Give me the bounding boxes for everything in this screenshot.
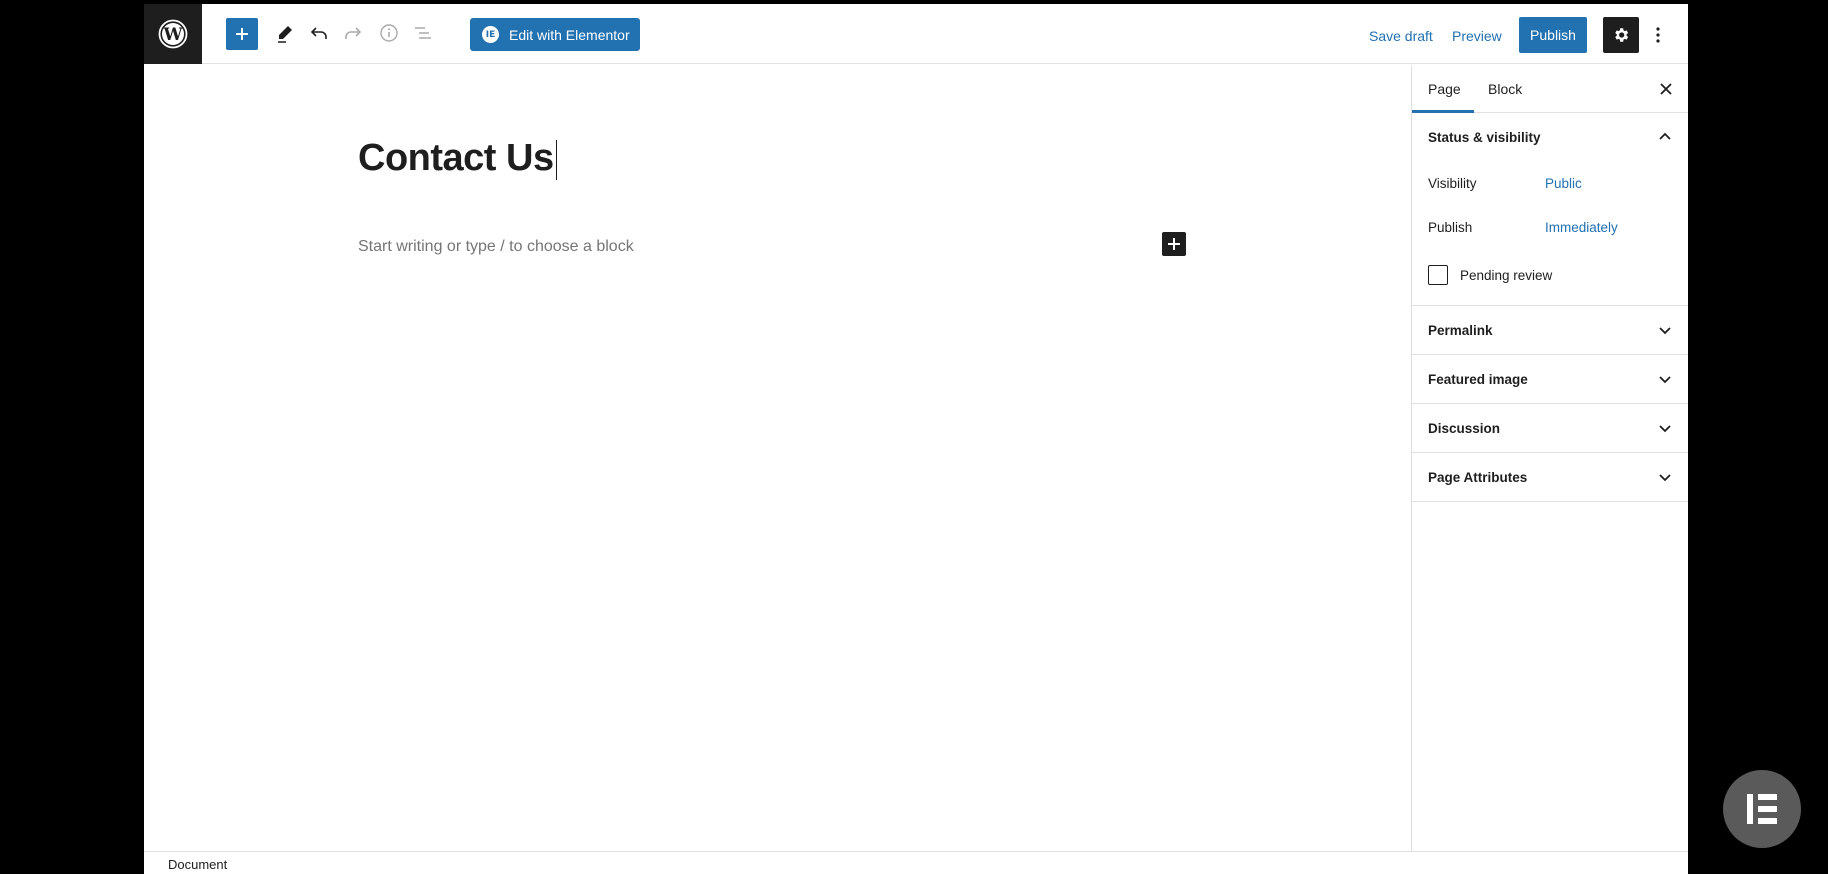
settings-sidebar: Page Block Status & visibility Visibilit… <box>1411 65 1688 851</box>
discussion-title: Discussion <box>1428 420 1501 436</box>
permalink-title: Permalink <box>1428 322 1493 338</box>
tab-block[interactable]: Block <box>1488 81 1522 97</box>
gear-icon <box>1615 28 1629 42</box>
elementor-logo-icon <box>1747 794 1777 824</box>
status-visibility-title: Status & visibility <box>1428 129 1541 145</box>
elementor-floating-button[interactable] <box>1723 770 1801 848</box>
chevron-up-icon <box>1659 132 1671 140</box>
list-view-button[interactable] <box>408 18 438 48</box>
visibility-value-link[interactable]: Public <box>1545 176 1582 191</box>
undo-button[interactable] <box>304 18 334 48</box>
preview-button[interactable]: Preview <box>1452 28 1502 44</box>
permalink-header[interactable]: Permalink <box>1412 306 1688 354</box>
chevron-down-icon <box>1659 327 1671 335</box>
edit-with-elementor-label: Edit with Elementor <box>509 26 630 43</box>
visibility-label: Visibility <box>1428 176 1477 191</box>
featured-image-header[interactable]: Featured image <box>1412 355 1688 403</box>
status-visibility-panel: Status & visibility Visibility Public Pu… <box>1412 113 1688 306</box>
chevron-down-icon <box>1659 474 1671 482</box>
plus-icon <box>236 28 248 40</box>
discussion-panel[interactable]: Discussion <box>1412 404 1688 453</box>
post-title-text: Contact Us <box>358 137 554 179</box>
info-icon <box>380 24 398 42</box>
publish-label: Publish <box>1428 220 1473 235</box>
page-attributes-title: Page Attributes <box>1428 469 1528 485</box>
permalink-panel[interactable]: Permalink <box>1412 306 1688 355</box>
sidebar-tabs: Page Block <box>1412 65 1688 113</box>
text-caret <box>555 139 557 180</box>
svg-text:W: W <box>162 25 183 45</box>
add-block-button[interactable] <box>226 18 258 50</box>
tools-button[interactable] <box>270 18 300 48</box>
tab-page[interactable]: Page <box>1428 81 1461 97</box>
chevron-down-icon <box>1659 425 1671 433</box>
redo-icon <box>345 27 362 39</box>
wordpress-logo-button[interactable]: W <box>144 4 202 64</box>
page-attributes-header[interactable]: Page Attributes <box>1412 453 1688 501</box>
publish-button[interactable]: Publish <box>1519 17 1587 53</box>
editor-window: W IE Edit with Elementor Save draft Prev… <box>144 4 1688 874</box>
edit-with-elementor-button[interactable]: IE Edit with Elementor <box>470 18 640 51</box>
plus-icon <box>1168 238 1180 250</box>
pending-review-label[interactable]: Pending review <box>1460 268 1552 283</box>
editor-footer: Document <box>144 851 1688 874</box>
featured-image-title: Featured image <box>1428 371 1528 387</box>
block-placeholder[interactable]: Start writing or type / to choose a bloc… <box>358 238 634 256</box>
list-view-icon <box>415 27 431 39</box>
undo-icon <box>310 27 327 39</box>
discussion-header[interactable]: Discussion <box>1412 404 1688 452</box>
block-inserter-button[interactable] <box>1162 232 1186 256</box>
wordpress-icon: W <box>158 19 188 49</box>
close-sidebar-button[interactable] <box>1656 79 1676 99</box>
details-button[interactable] <box>374 18 404 48</box>
page-attributes-panel[interactable]: Page Attributes <box>1412 453 1688 502</box>
chevron-down-icon <box>1659 376 1671 384</box>
status-visibility-header[interactable]: Status & visibility <box>1412 113 1688 161</box>
pencil-icon <box>278 26 292 43</box>
pending-review-checkbox[interactable] <box>1428 265 1448 285</box>
featured-image-panel[interactable]: Featured image <box>1412 355 1688 404</box>
post-title[interactable]: Contact Us <box>358 137 557 180</box>
editor-canvas: Contact Us Start writing or type / to ch… <box>144 65 1411 851</box>
elementor-icon: IE <box>482 26 499 43</box>
save-draft-button[interactable]: Save draft <box>1369 28 1433 44</box>
breadcrumb[interactable]: Document <box>168 857 227 872</box>
top-toolbar: W IE Edit with Elementor Save draft Prev… <box>144 4 1688 64</box>
more-options-button[interactable] <box>1649 22 1667 48</box>
more-vertical-icon <box>1656 27 1660 43</box>
publish-date-link[interactable]: Immediately <box>1545 220 1618 235</box>
redo-button[interactable] <box>338 18 368 48</box>
close-icon <box>1660 83 1672 95</box>
settings-button[interactable] <box>1603 17 1639 53</box>
